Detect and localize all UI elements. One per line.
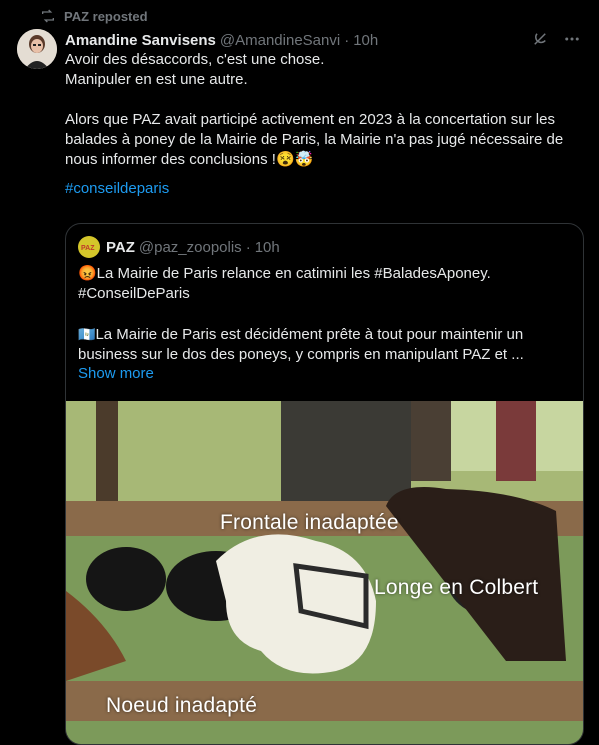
- tweet-text: Avoir des désaccords, c'est une chose. M…: [65, 51, 564, 168]
- image-label-frontale: Frontale inadaptée: [220, 511, 399, 534]
- flag-icon: 🇬🇹: [78, 326, 96, 342]
- quote-header: PAZ PAZ @paz_zoopolis · 10h: [78, 236, 280, 258]
- repost-label: PAZ reposted: [64, 8, 148, 24]
- hashtag-link[interactable]: #conseildeparis: [65, 180, 585, 197]
- quote-image[interactable]: Frontale inadaptée Longe en Colbert Noeu…: [66, 401, 583, 744]
- more-icon[interactable]: [563, 30, 581, 48]
- quote-text: 😡La Mairie de Paris relance en catimini …: [78, 264, 568, 365]
- quote-avatar[interactable]: PAZ: [78, 236, 100, 258]
- tweet-time[interactable]: 10h: [353, 32, 378, 49]
- tweet-header: Amandine Sanvisens @AmandineSanvi · 10h: [65, 30, 585, 50]
- image-label-longe: Longe en Colbert: [374, 576, 539, 599]
- show-more-link[interactable]: Show more: [78, 365, 154, 382]
- tweet[interactable]: Amandine Sanvisens @AmandineSanvi · 10h …: [65, 30, 585, 197]
- quote-time: 10h: [254, 238, 280, 256]
- quote-author-handle[interactable]: @paz_zoopolis: [139, 239, 242, 256]
- quoted-tweet[interactable]: PAZ PAZ @paz_zoopolis · 10h 😡La Mairie d…: [65, 223, 584, 745]
- repost-indicator[interactable]: PAZ reposted: [40, 8, 148, 24]
- quote-avatar-text: PAZ: [81, 245, 95, 252]
- quote-author-name[interactable]: PAZ: [106, 239, 135, 256]
- grok-icon[interactable]: [531, 30, 549, 48]
- author-name[interactable]: Amandine Sanvisens: [65, 32, 216, 49]
- quote-line2: #ConseilDeParis: [78, 285, 190, 302]
- separator: ·: [344, 31, 350, 49]
- author-handle[interactable]: @AmandineSanvi: [220, 32, 340, 49]
- image-label-noeud: Noeud inadapté: [106, 694, 258, 717]
- tweet-actions: [531, 30, 581, 48]
- author-avatar[interactable]: [17, 29, 57, 69]
- quote-line3: La Mairie de Paris est décidément prête …: [78, 326, 524, 363]
- quote-separator: ·: [245, 238, 251, 256]
- repost-icon: [42, 9, 54, 23]
- quote-line1: 😡La Mairie de Paris relance en catimini …: [78, 265, 491, 282]
